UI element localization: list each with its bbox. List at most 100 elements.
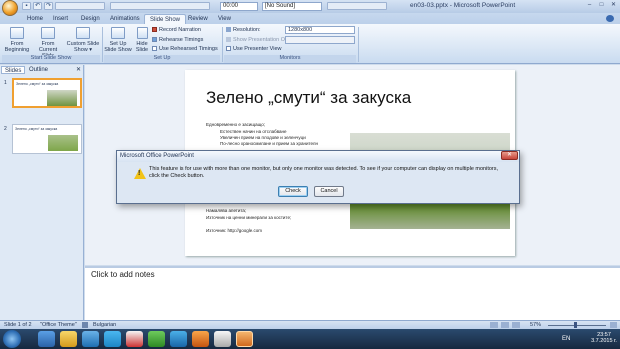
custom-show-label: Custom Slide Show ▾ — [66, 41, 100, 53]
redo-icon[interactable]: ↷ — [44, 2, 53, 10]
slide-count: Slide 1 of 2 — [4, 322, 32, 328]
warning-mark: ! — [138, 170, 141, 177]
office-button[interactable] — [2, 0, 18, 16]
slide-number: 2 — [4, 126, 7, 132]
tab-design[interactable]: Design — [76, 14, 105, 24]
resolution-dropdown[interactable]: 1280x800 — [285, 26, 355, 34]
help-icon[interactable] — [606, 15, 614, 22]
firefox-icon[interactable] — [192, 331, 209, 347]
spelling-icon[interactable] — [82, 322, 88, 328]
tab-slides[interactable]: Slides — [1, 66, 26, 74]
ie-icon[interactable] — [38, 331, 55, 347]
thumbnail-photo — [47, 90, 77, 106]
skype-icon[interactable] — [104, 331, 121, 347]
separator — [222, 27, 223, 62]
thumbnail-title: Зелено „смути“ за закуска — [16, 82, 59, 86]
slideshow-view-icon[interactable] — [512, 322, 520, 328]
dialog-close-button[interactable]: ✕ — [501, 151, 518, 160]
clock-icon — [152, 37, 157, 42]
clock[interactable]: 23:57 3.7.2015 г. — [590, 332, 618, 344]
tab-home[interactable]: Home — [22, 14, 48, 24]
minimize-button[interactable]: – — [584, 1, 595, 10]
tab-animations[interactable]: Animations — [105, 14, 145, 24]
theme-name: "Office Theme" — [40, 322, 77, 328]
show-on-dropdown[interactable] — [285, 36, 355, 44]
acrobat-icon[interactable] — [126, 331, 143, 347]
slide-thumbnail-1[interactable]: Зелено „смути“ за закуска — [12, 78, 82, 108]
record-narration-button[interactable]: Record Narration — [152, 27, 201, 34]
language-indicator[interactable]: EN — [562, 336, 570, 342]
status-bar: Slide 1 of 2 "Office Theme" Bulgarian 57… — [0, 320, 620, 329]
undo-icon[interactable]: ↶ — [33, 2, 42, 10]
sorter-view-icon[interactable] — [501, 322, 509, 328]
slideshow-icon — [10, 27, 24, 39]
language[interactable]: Bulgarian — [93, 321, 116, 329]
view-mode-field[interactable]: 00:00 — [220, 2, 258, 11]
quick-access-tools[interactable] — [110, 2, 210, 10]
hide-slide-button[interactable]: Hide Slide — [133, 27, 151, 53]
notes-placeholder[interactable]: Click to add notes — [91, 270, 155, 279]
from-beginning-button[interactable]: From Beginning — [3, 27, 31, 53]
close-panel-icon[interactable]: ✕ — [76, 66, 81, 73]
custom-show-icon — [76, 27, 90, 39]
group-label-setup: Set Up — [104, 55, 220, 63]
bullet-item: По-лесно храносмилане и прием за храните… — [220, 141, 318, 146]
fit-window-icon[interactable] — [610, 322, 617, 328]
monitor-icon — [226, 27, 231, 32]
use-rehearsed-checkbox[interactable]: Use Rehearsed Timings — [152, 46, 218, 53]
checkbox-icon — [226, 46, 231, 51]
clock-date: 3.7.2015 г. — [591, 338, 617, 344]
monitor-icon — [226, 37, 231, 42]
custom-show-button[interactable]: Custom Slide Show ▾ — [66, 27, 100, 53]
group-label-monitors: Monitors — [224, 55, 356, 63]
zoom-slider[interactable] — [548, 325, 606, 326]
setup-show-label: Set Up Slide Show — [104, 41, 132, 53]
bullet-item: Едновременно е засищащо; — [206, 122, 266, 127]
slideshow-current-icon — [41, 27, 55, 39]
tab-slide-show[interactable]: Slide Show — [144, 14, 187, 24]
tab-review[interactable]: Review — [183, 14, 213, 24]
tab-outline[interactable]: Outline — [26, 66, 51, 74]
group-label-start: Start Slide Show — [2, 55, 100, 63]
start-button[interactable] — [3, 330, 21, 348]
media-icon[interactable] — [82, 331, 99, 347]
close-button[interactable]: ✕ — [608, 1, 619, 10]
resolution-label: Resolution: — [226, 27, 261, 34]
slide-number: 1 — [4, 80, 7, 86]
record-icon — [152, 27, 157, 32]
separator — [358, 27, 359, 62]
resolution-text: Resolution: — [233, 27, 261, 33]
bullet-item: Намалява апетита; — [206, 208, 247, 213]
presenter-view-checkbox[interactable]: Use Presenter View — [226, 46, 282, 53]
cancel-button[interactable]: Cancel — [314, 186, 344, 197]
checkbox-icon — [152, 46, 157, 51]
transition-tools[interactable] — [327, 2, 387, 10]
tab-view[interactable]: View — [213, 14, 236, 24]
powerpoint-icon[interactable] — [236, 331, 253, 347]
folder-icon[interactable] — [60, 331, 77, 347]
slide-title[interactable]: Зелено „смути“ за закуска — [206, 88, 411, 108]
app-icon[interactable] — [170, 331, 187, 347]
normal-view-icon[interactable] — [490, 322, 498, 328]
slide-thumbnail-2[interactable]: Зелено „смути“ за закуска — [12, 124, 82, 154]
show-on-text: Show Presentation On: — [233, 37, 290, 43]
separator — [102, 27, 103, 62]
zoom-thumb[interactable] — [574, 322, 577, 328]
sound-dropdown[interactable]: [No Sound] — [262, 2, 322, 11]
notes-pane[interactable] — [85, 266, 620, 320]
use-rehearsed-label: Use Rehearsed Timings — [159, 46, 218, 52]
setup-show-button[interactable]: Set Up Slide Show — [104, 27, 132, 53]
tab-insert[interactable]: Insert — [48, 14, 73, 24]
check-button[interactable]: Check — [278, 186, 308, 197]
rehearse-timings-button[interactable]: Rehearse Timings — [152, 37, 203, 44]
maximize-button[interactable]: □ — [596, 1, 607, 10]
from-beginning-label: From Beginning — [4, 41, 30, 53]
zoom-level[interactable]: 57% — [530, 321, 541, 329]
dialog-title: Microsoft Office PowerPoint — [120, 153, 194, 159]
app-icon[interactable] — [148, 331, 165, 347]
quick-access-extra[interactable] — [55, 2, 105, 10]
word-icon[interactable] — [214, 331, 231, 347]
dialog-message: This feature is for use with more than o… — [149, 166, 499, 179]
save-icon[interactable]: ▪ — [22, 2, 31, 10]
thumbnail-title: Зелено „смути“ за закуска — [15, 127, 58, 131]
